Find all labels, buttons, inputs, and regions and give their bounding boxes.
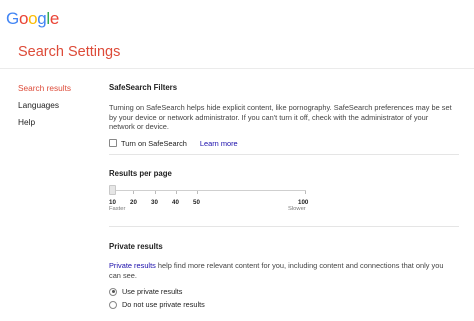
sidebar-item-help[interactable]: Help xyxy=(18,117,71,134)
safesearch-section: SafeSearch Filters Turning on SafeSearch… xyxy=(109,83,454,148)
private-results-title: Private results xyxy=(109,242,163,251)
faster-label: Faster xyxy=(109,206,126,212)
slider-tick xyxy=(133,191,134,194)
logo-letter: o xyxy=(18,9,29,28)
slider-tick xyxy=(155,191,156,194)
sidebar-item-languages[interactable]: Languages xyxy=(18,100,71,117)
safesearch-checkbox[interactable] xyxy=(109,139,117,147)
tick-label-10: 10 xyxy=(109,199,116,206)
radio-label: Use private results xyxy=(122,287,183,296)
slider-tick xyxy=(305,191,306,194)
tick-label-40: 40 xyxy=(172,199,179,206)
results-slider-handle[interactable] xyxy=(109,185,116,195)
logo-letter: o xyxy=(28,9,38,28)
tick-label-20: 20 xyxy=(130,199,137,206)
page-title: Search Settings xyxy=(18,44,121,60)
logo-letter: e xyxy=(49,9,60,28)
tick-label-30: 30 xyxy=(151,199,158,206)
header-divider xyxy=(0,68,474,69)
slower-label: Slower xyxy=(288,206,306,212)
tick-label-100: 100 xyxy=(298,199,309,206)
safesearch-checkbox-label[interactable]: Turn on SafeSearch xyxy=(121,139,187,148)
private-results-description-text: help find more relevant content for you,… xyxy=(109,261,444,280)
safesearch-description: Turning on SafeSearch helps hide explici… xyxy=(109,103,452,131)
radio-do-not-use-private-results[interactable]: Do not use private results xyxy=(109,300,205,309)
google-logo: Google xyxy=(6,9,59,29)
radio-button[interactable] xyxy=(109,287,117,296)
slider-tick xyxy=(176,191,177,194)
tick-label-50: 50 xyxy=(193,199,200,206)
results-per-page-title: Results per page xyxy=(109,169,172,178)
sidebar-item-search-results[interactable]: Search results xyxy=(18,83,71,100)
section-divider xyxy=(109,154,459,155)
learn-more-link[interactable]: Learn more xyxy=(200,139,238,148)
radio-button[interactable] xyxy=(109,300,117,309)
safesearch-title: SafeSearch Filters xyxy=(109,83,178,92)
private-results-link[interactable]: Private results xyxy=(109,261,156,270)
section-divider xyxy=(109,226,459,227)
radio-use-private-results[interactable]: Use private results xyxy=(109,287,182,296)
logo-letter: G xyxy=(6,9,19,28)
radio-label: Do not use private results xyxy=(122,300,205,309)
slider-tick xyxy=(197,191,198,194)
private-results-description: Private results help find more relevant … xyxy=(109,261,454,280)
results-slider-track[interactable] xyxy=(113,190,306,191)
sidebar-nav: Search results Languages Help xyxy=(18,83,71,134)
